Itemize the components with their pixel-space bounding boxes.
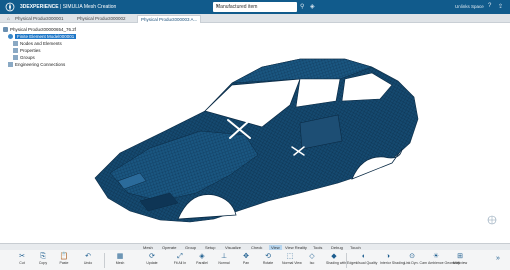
visual-quality-button[interactable]: ◐ Visual Quality bbox=[356, 252, 378, 269]
pan-button[interactable]: ✥ Pan bbox=[238, 252, 254, 269]
tree-child-label: Nodes and Elements bbox=[20, 41, 62, 46]
title-bar: 3DEXPERIENCE | SIMULIA Mesh Creation Man… bbox=[0, 0, 510, 14]
visual-quality-label: Visual Quality bbox=[356, 261, 378, 265]
user-space[interactable]: Unlinks Space bbox=[455, 4, 484, 9]
tab-document-3[interactable]: Physical Product000003 A... bbox=[137, 15, 202, 23]
normal-view-button[interactable]: ⬚ Normal View bbox=[282, 252, 302, 269]
shading-button[interactable]: ◆ Shading with Edges bbox=[326, 252, 357, 269]
fit-all-icon: ⤢ bbox=[177, 253, 183, 260]
normal-view-label: Normal View bbox=[282, 261, 302, 265]
tree-node-groups[interactable]: Groups bbox=[13, 55, 35, 61]
mesh-button[interactable]: ▦ Mesh bbox=[112, 252, 128, 269]
normal-icon: ⊥ bbox=[220, 253, 228, 260]
separator bbox=[346, 253, 347, 268]
fit-all-button[interactable]: ⤢ Fit All In bbox=[172, 252, 188, 269]
copy-label: Copy bbox=[38, 261, 48, 265]
search-icon[interactable]: ⚲ bbox=[300, 3, 304, 10]
tree-child-label: Groups bbox=[20, 55, 35, 60]
tab-document-2[interactable]: Physical Product000002 bbox=[74, 15, 129, 23]
shading-label: Shading with Edges bbox=[326, 261, 357, 265]
tree-node-engineering-connections[interactable]: Engineering Connections bbox=[8, 62, 65, 68]
parallel-label: Parallel bbox=[196, 261, 208, 265]
car-mesh-model[interactable] bbox=[0, 23, 510, 243]
normal-label: Normal bbox=[218, 261, 230, 265]
ambience-button[interactable]: ☀ Ambience Geometry bbox=[428, 252, 460, 269]
ambience-label: Ambience Geometry bbox=[428, 261, 460, 265]
mesh-label: Mesh bbox=[115, 261, 125, 265]
action-bar: ✂ Cut ⎘ Copy 📋 Paste ↶ Undo ▦ Mesh ⟳ Update ⤢ F… bbox=[0, 250, 510, 270]
parallel-button[interactable]: ◈ Parallel bbox=[194, 252, 210, 269]
document-tabs: ⌂ Physical Product000001 Physical Produc… bbox=[0, 14, 510, 23]
tree-node-fem[interactable]: Finite Element Model000001 bbox=[8, 34, 77, 40]
parallel-icon: ◈ bbox=[199, 253, 205, 260]
copy-icon: ⎘ bbox=[40, 253, 46, 260]
action-bar-sections: Mesh Operate Group Setup Visualize Check… bbox=[0, 243, 510, 250]
rotate-button[interactable]: ⟲ Rotate bbox=[260, 252, 276, 269]
nodes-elements-icon bbox=[13, 41, 18, 47]
help-icon[interactable]: ? bbox=[488, 3, 491, 9]
tree-child-label: Properties bbox=[20, 48, 41, 53]
tree-node-properties[interactable]: Properties bbox=[13, 48, 41, 54]
groups-icon bbox=[13, 55, 18, 61]
update-label: Update bbox=[146, 261, 158, 265]
update-button[interactable]: ⟳ Update bbox=[144, 252, 160, 269]
fit-all-label: Fit All In bbox=[173, 261, 187, 265]
3ds-compass-logo-icon[interactable] bbox=[3, 2, 17, 12]
tree-node-root[interactable]: Physical Product00000654_76.2f bbox=[3, 27, 76, 33]
interior-shading-label: Interior Shading bbox=[380, 261, 405, 265]
normal-button[interactable]: ⊥ Normal bbox=[216, 252, 232, 269]
iso-icon: ◇ bbox=[309, 253, 315, 260]
link-camera-label: Link Dyn. Cam bbox=[404, 261, 427, 265]
chevron-down-icon[interactable]: ▾ bbox=[216, 3, 294, 9]
copy-button[interactable]: ⎘ Copy bbox=[35, 252, 51, 269]
iso-button[interactable]: ◇ Iso bbox=[304, 252, 320, 269]
interior-shading-icon: ◑ bbox=[385, 253, 391, 260]
pan-label: Pan bbox=[242, 261, 250, 265]
tree-child-label: Engineering Connections bbox=[15, 62, 66, 67]
multiview-button[interactable]: ⊞ Multiview bbox=[452, 252, 468, 269]
update-icon: ⟳ bbox=[149, 253, 155, 260]
tree-root-label: Physical Product00000654_76.2f bbox=[10, 27, 77, 32]
visual-quality-icon: ◐ bbox=[361, 253, 367, 260]
robot-compass-icon[interactable] bbox=[486, 214, 498, 226]
expand-actions-icon[interactable]: » bbox=[496, 255, 500, 262]
link-camera-button[interactable]: ⊙ Link Dyn. Cam bbox=[404, 252, 427, 269]
share-icon[interactable]: ⇪ bbox=[498, 3, 503, 10]
connections-icon bbox=[8, 62, 13, 68]
tree-node-nodes-elements[interactable]: Nodes and Elements bbox=[13, 41, 62, 47]
tree-selected-label: Finite Element Model000001 bbox=[15, 34, 77, 39]
iso-label: Iso bbox=[309, 261, 315, 265]
paste-button[interactable]: 📋 Paste bbox=[56, 252, 72, 269]
separator bbox=[104, 253, 105, 268]
scissors-icon: ✂ bbox=[19, 253, 25, 260]
paste-icon: 📋 bbox=[59, 253, 69, 260]
properties-icon bbox=[13, 48, 18, 54]
ambience-icon: ☀ bbox=[432, 253, 440, 260]
app-title: 3DEXPERIENCE | SIMULIA Mesh Creation bbox=[20, 4, 116, 10]
paste-label: Paste bbox=[59, 261, 69, 265]
mesh-icon: ▦ bbox=[116, 253, 124, 260]
cut-button[interactable]: ✂ Cut bbox=[14, 252, 30, 269]
multiview-label: Multiview bbox=[452, 261, 468, 265]
app-name: | SIMULIA Mesh Creation bbox=[58, 4, 117, 10]
rotate-icon: ⟲ bbox=[265, 253, 271, 260]
cut-label: Cut bbox=[19, 261, 25, 265]
viewport-3d[interactable] bbox=[0, 23, 510, 243]
shading-icon: ◆ bbox=[331, 253, 337, 260]
multiview-icon: ⊞ bbox=[457, 253, 463, 260]
pan-icon: ✥ bbox=[243, 253, 249, 260]
rotate-label: Rotate bbox=[262, 261, 274, 265]
product-icon bbox=[3, 27, 8, 33]
undo-label: Undo bbox=[83, 261, 93, 265]
tab-document-1[interactable]: Physical Product000001 bbox=[12, 15, 67, 23]
undo-icon: ↶ bbox=[85, 253, 91, 260]
fem-icon bbox=[8, 34, 13, 40]
link-camera-icon: ⊙ bbox=[409, 253, 415, 260]
interior-shading-button[interactable]: ◑ Interior Shading bbox=[380, 252, 405, 269]
search-input[interactable]: Manufactured item ▾ bbox=[213, 2, 297, 12]
brand-name: 3DEXPERIENCE bbox=[20, 4, 59, 10]
undo-button[interactable]: ↶ Undo bbox=[80, 252, 96, 269]
tag-icon[interactable]: ◈ bbox=[310, 3, 315, 10]
normal-view-icon: ⬚ bbox=[286, 253, 294, 260]
